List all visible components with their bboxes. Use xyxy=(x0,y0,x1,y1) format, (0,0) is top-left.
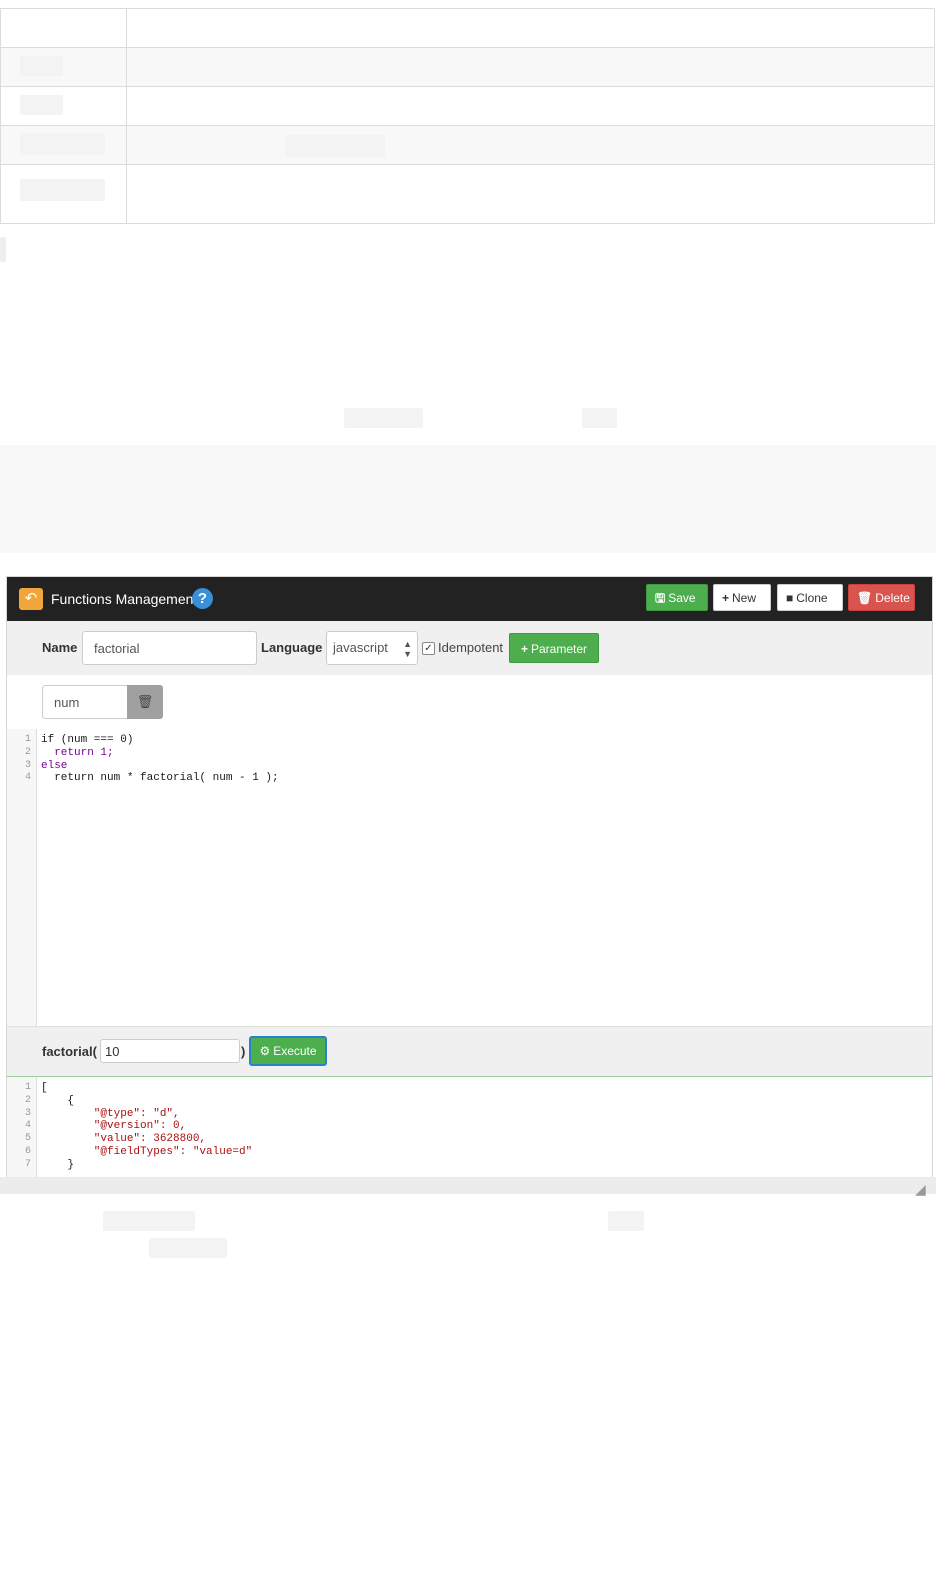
result-output: 1 2 3 4 5 6 7 [ { "@type": "d", "@versio… xyxy=(7,1076,932,1178)
back-arrow-icon[interactable]: ↶ xyxy=(19,588,43,610)
redacted-text xyxy=(149,1238,227,1258)
language-select[interactable]: javascript ▲ ▼ xyxy=(326,631,418,665)
line-number: 1 xyxy=(24,734,31,745)
redacted-text xyxy=(0,237,6,262)
file-icon: ■ xyxy=(786,591,794,605)
language-label: Language xyxy=(261,640,323,655)
table-row xyxy=(0,87,935,126)
table-row xyxy=(0,9,935,48)
new-button-label: New xyxy=(732,591,757,605)
delete-button[interactable]: 🗑 Delete xyxy=(848,584,915,611)
header-bar: ↶ Functions Management ? 🖫 Save + New ■ Clo… xyxy=(7,577,932,621)
execute-button-label: Execute xyxy=(273,1044,317,1058)
output-line: [ xyxy=(41,1082,48,1094)
plus-icon: + xyxy=(520,642,528,656)
line-number: 6 xyxy=(24,1145,31,1157)
line-number: 2 xyxy=(24,1094,31,1106)
table-cell xyxy=(127,87,935,125)
output-line: { xyxy=(41,1094,75,1107)
floppy-disk-icon: 🖫 xyxy=(655,591,666,605)
line-number: 2 xyxy=(24,746,31,758)
add-parameter-label: Parameter xyxy=(530,642,588,656)
output-line-number-gutter: 1 2 3 4 5 6 7 xyxy=(7,1077,37,1177)
table-row xyxy=(0,48,935,87)
code-editor[interactable]: 1 2 3 4 if (num === 0) return 1; else re… xyxy=(7,729,932,1026)
functions-management-panel: ↶ Functions Management ? 🖫 Save + New ■ Clo… xyxy=(6,576,933,1179)
table-cell xyxy=(127,9,935,47)
plus-icon: + xyxy=(722,591,730,605)
code-line: return num * factorial( num - 1 ); xyxy=(41,772,279,785)
execute-row: factorial( ) ⚙Execute xyxy=(7,1026,932,1078)
code-line: if (num === 0) xyxy=(41,734,134,746)
resize-grip-icon[interactable]: ◢ xyxy=(915,1182,935,1196)
line-number: 1 xyxy=(24,1082,31,1093)
output-line: "@type": "d", xyxy=(41,1107,180,1120)
line-number: 4 xyxy=(24,772,31,784)
output-line: "@version": 0, xyxy=(41,1120,187,1133)
redacted-text xyxy=(103,1211,195,1231)
clone-button[interactable]: ■ Clone xyxy=(777,584,843,611)
save-button-label: Save xyxy=(668,591,696,605)
trash-icon: 🗑 xyxy=(857,591,873,605)
redacted-text xyxy=(20,56,63,76)
gear-icon: ⚙ xyxy=(259,1044,271,1058)
code-line: return 1; xyxy=(41,746,114,759)
idempotent-label: Idempotent xyxy=(438,640,504,655)
line-number: 3 xyxy=(24,759,31,771)
execute-button[interactable]: ⚙ Execute xyxy=(249,1036,327,1066)
function-call-suffix: ) xyxy=(241,1044,246,1059)
redacted-text xyxy=(344,408,423,428)
table-cell xyxy=(127,165,935,223)
save-button[interactable]: 🖫 Save xyxy=(646,584,708,611)
redacted-text xyxy=(20,95,63,115)
top-table xyxy=(0,8,935,224)
output-line: "value": 3628800, xyxy=(41,1133,207,1146)
question-circle-icon[interactable]: ? xyxy=(192,588,213,609)
updown-arrows-icon: ▲ ▼ xyxy=(403,639,412,659)
table-cell xyxy=(0,165,127,223)
redacted-text xyxy=(285,135,385,157)
parameters-row: 🗑 xyxy=(7,675,932,730)
code-line: else xyxy=(41,759,68,772)
table-cell xyxy=(127,126,935,164)
function-call-prefix: factorial( xyxy=(42,1044,97,1059)
parameter-name-input[interactable] xyxy=(42,685,128,719)
function-form: Name Language javascript ▲▼ ✓ Idempotent… xyxy=(7,621,932,676)
delete-button-label: Delete xyxy=(875,591,910,605)
code-block xyxy=(0,445,936,553)
line-number-gutter: 1 2 3 4 xyxy=(7,729,37,1026)
table-cell xyxy=(127,48,935,86)
table-row xyxy=(0,126,935,165)
name-input[interactable] xyxy=(82,631,257,665)
add-parameter-button[interactable]: + Parameter xyxy=(509,633,599,663)
clone-button-label: Clone xyxy=(796,591,828,605)
table-cell xyxy=(0,48,127,86)
panel-footer xyxy=(0,1177,936,1194)
redacted-text xyxy=(608,1211,644,1231)
table-cell xyxy=(0,9,127,47)
redacted-text xyxy=(582,408,617,428)
output-content: [ { "@type": "d", "@version": 0, "value"… xyxy=(41,1082,252,1172)
trash-icon: 🗑 xyxy=(136,694,154,709)
remove-parameter-button[interactable]: 🗑 xyxy=(127,685,163,719)
output-line: "@fieldTypes": "value=d" xyxy=(41,1145,253,1158)
line-number: 3 xyxy=(24,1107,31,1119)
idempotent-checkbox[interactable]: ✓ xyxy=(422,642,435,655)
line-number: 7 xyxy=(24,1158,31,1170)
line-number: 4 xyxy=(24,1120,31,1132)
code-content: if (num === 0) return 1; else return num… xyxy=(41,734,279,785)
name-label: Name xyxy=(42,640,78,655)
new-button[interactable]: + New xyxy=(713,584,771,611)
execute-argument-input[interactable] xyxy=(100,1039,240,1063)
language-select-value: javascript xyxy=(333,640,388,655)
line-number: 5 xyxy=(24,1133,31,1145)
page-title: Functions Management xyxy=(51,591,198,607)
table-cell xyxy=(0,87,127,125)
redacted-text xyxy=(20,179,105,201)
table-row xyxy=(0,165,935,224)
table-cell xyxy=(0,126,127,164)
output-line: } xyxy=(41,1158,75,1171)
redacted-text xyxy=(20,133,105,155)
